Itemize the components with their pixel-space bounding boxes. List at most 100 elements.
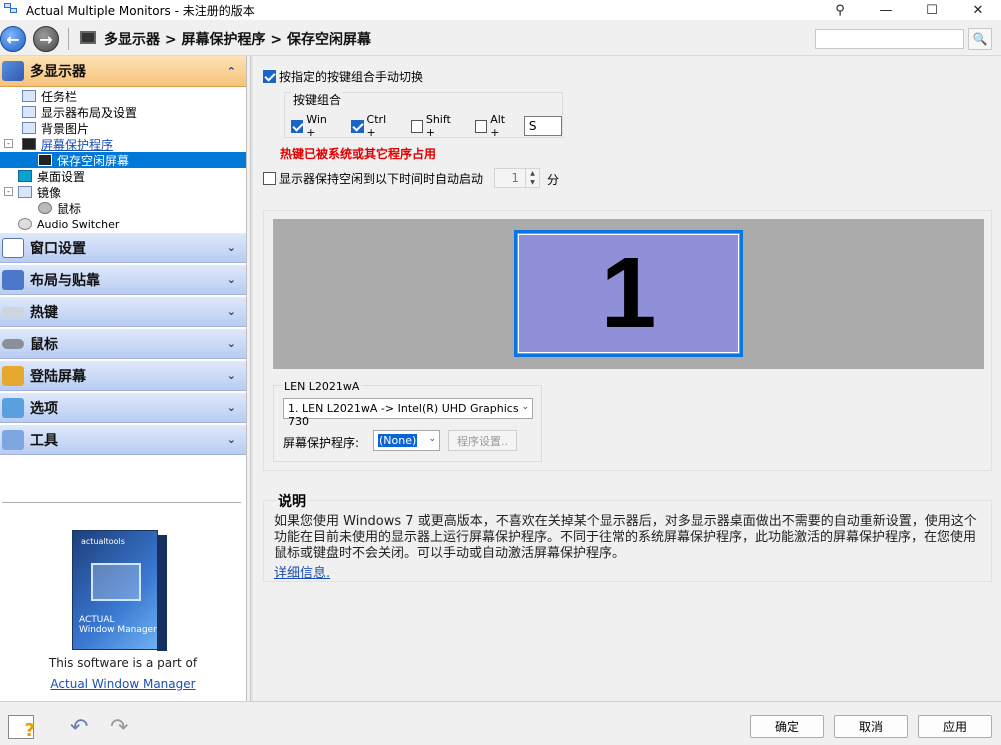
screensaver-select[interactable]: (None) ⌄	[373, 430, 440, 451]
stepper-arrows[interactable]: ▲ ▼	[525, 169, 539, 187]
monitor-layout-icon	[22, 106, 36, 118]
multi-monitor-icon	[2, 61, 24, 81]
device-select[interactable]: 1. LEN L2021wA -> Intel(R) UHD Graphics …	[283, 398, 533, 428]
category-title: 布局与贴靠	[30, 272, 100, 289]
modifier-label: Shift +	[425, 113, 451, 139]
search-icon: 🔍	[972, 32, 988, 46]
auto-start-option[interactable]: 显示器保持空闲到以下时间时自动启动	[263, 170, 483, 187]
alt-modifier[interactable]: Alt +	[474, 113, 516, 139]
device-selected-value: 1. LEN L2021wA -> Intel(R) UHD Graphics …	[288, 402, 519, 428]
tools-icon	[2, 429, 24, 450]
chevron-down-icon[interactable]: ⌄	[227, 433, 236, 446]
screensaver-settings-button[interactable]: 程序设置..	[448, 430, 517, 451]
monitor-number: 1	[600, 237, 657, 349]
collapse-toggle[interactable]: -	[4, 139, 13, 148]
question-mark: ?	[24, 720, 35, 741]
category-window-settings[interactable]: 窗口设置 ⌄	[0, 232, 246, 263]
window-graphic	[91, 563, 141, 601]
ok-button[interactable]: 确定	[750, 715, 824, 738]
category-logon-screen[interactable]: 登陆屏幕 ⌄	[0, 360, 246, 391]
chevron-down-icon[interactable]: ⌄	[227, 369, 236, 382]
hotkey-group-label: 按键组合	[291, 91, 344, 108]
category-title: 鼠标	[30, 336, 58, 353]
idle-screen-icon	[38, 154, 52, 166]
taskbar-icon	[22, 90, 36, 102]
help-icon[interactable]: ?	[8, 715, 35, 741]
ctrl-modifier[interactable]: Ctrl +	[351, 113, 396, 139]
undo-icon[interactable]: ↶	[70, 715, 96, 740]
chevron-down-icon[interactable]: ⌄	[227, 305, 236, 318]
category-mouse[interactable]: 鼠标 ⌄	[0, 328, 246, 359]
tree-item-taskbar[interactable]: 任务栏	[0, 88, 246, 104]
minutes-value: 1	[511, 171, 519, 185]
stepper-up-icon[interactable]: ▲	[526, 169, 539, 178]
screensaver-label: 屏幕保护程序:	[283, 436, 360, 450]
tree-item-screensaver[interactable]: - 屏幕保护程序	[0, 136, 246, 152]
navigation-bar: ← → 多显示器 > 屏幕保护程序 > 保存空闲屏幕 🔍	[0, 20, 1001, 56]
stepper-down-icon[interactable]: ▼	[526, 178, 539, 187]
search-input[interactable]	[815, 29, 964, 49]
background-icon	[22, 122, 36, 134]
tree-item-blank-idle-screen[interactable]: 保存空闲屏幕	[0, 152, 246, 168]
category-hotkeys[interactable]: 热键 ⌄	[0, 296, 246, 327]
tree-item-label: 任务栏	[41, 89, 78, 104]
more-info-link[interactable]: 详细信息.	[274, 562, 330, 581]
mouse-icon	[2, 338, 24, 349]
bottom-bar: ? ↶ ↷ 确定 取消 应用	[0, 701, 1001, 745]
tree-item-monitor-layout[interactable]: 显示器布局及设置	[0, 104, 246, 120]
chevron-up-icon[interactable]: ⌃	[227, 65, 236, 78]
close-button[interactable]: ✕	[955, 0, 1001, 20]
auto-start-checkbox[interactable]	[263, 172, 276, 185]
modifier-label: Win +	[306, 113, 327, 139]
tree-item-mouse[interactable]: 鼠标	[0, 200, 246, 216]
splitter[interactable]	[250, 56, 253, 701]
win-checkbox[interactable]	[291, 119, 304, 133]
back-button[interactable]: ←	[0, 26, 26, 52]
product-link[interactable]: Actual Window Manager	[0, 677, 246, 691]
win-modifier[interactable]: Win +	[291, 113, 337, 139]
chevron-down-icon[interactable]: ⌄	[227, 273, 236, 286]
device-group: LEN L2021wA 1. LEN L2021wA -> Intel(R) U…	[273, 380, 542, 462]
chevron-down-icon[interactable]: ⌄	[227, 337, 236, 350]
minimize-button[interactable]: —	[863, 0, 909, 20]
manual-switch-checkbox[interactable]	[263, 70, 276, 83]
maximize-button[interactable]: ☐	[909, 0, 955, 20]
manual-switch-option[interactable]: 按指定的按键组合手动切换	[263, 68, 423, 85]
search-button[interactable]: 🔍	[968, 28, 992, 50]
key-icon	[2, 365, 24, 386]
hotkey-warning: 热键已被系统或其它程序占用	[280, 147, 437, 161]
alt-checkbox[interactable]	[474, 119, 488, 133]
category-multi-monitor[interactable]: 多显示器 ⌃	[0, 56, 246, 87]
category-layout-snap[interactable]: 布局与贴靠 ⌄	[0, 264, 246, 295]
minutes-stepper[interactable]: 1 ▲ ▼	[494, 168, 540, 188]
category-title: 热键	[30, 304, 58, 321]
category-tools[interactable]: 工具 ⌄	[0, 424, 246, 455]
hotkey-key-field[interactable]: S	[523, 116, 562, 136]
pin-icon[interactable]: ⚲	[817, 0, 863, 20]
apply-button[interactable]: 应用	[918, 715, 992, 738]
tree-item-audio-switcher[interactable]: Audio Switcher	[0, 216, 246, 232]
settings-panel: 按指定的按键组合手动切换 按键组合 Win + Ctrl + Shift + A…	[254, 56, 1001, 701]
hotkey-group: 按键组合 Win + Ctrl + Shift + Alt + S	[284, 91, 563, 139]
collapse-toggle[interactable]: -	[4, 187, 13, 196]
monitor-tile[interactable]: 1	[514, 230, 743, 357]
shift-checkbox[interactable]	[410, 119, 423, 133]
chevron-down-icon[interactable]: ⌄	[227, 241, 236, 254]
box-side	[157, 535, 167, 651]
shift-modifier[interactable]: Shift +	[410, 113, 461, 139]
redo-icon[interactable]: ↷	[110, 715, 136, 740]
manual-switch-label: 按指定的按键组合手动切换	[279, 70, 424, 84]
cancel-button[interactable]: 取消	[834, 715, 908, 738]
part-of-text: This software is a part of	[48, 656, 198, 670]
forward-button[interactable]: →	[33, 26, 59, 52]
category-options[interactable]: 选项 ⌄	[0, 392, 246, 423]
screensaver-selected-value: (None)	[378, 434, 418, 447]
tree-item-mirroring[interactable]: - 镜像	[0, 184, 246, 200]
tree-item-label: 屏幕保护程序	[41, 137, 114, 152]
ctrl-checkbox[interactable]	[351, 119, 364, 133]
tree-item-desktop[interactable]: 桌面设置	[0, 168, 246, 184]
tree-item-label: 背景图片	[41, 121, 90, 136]
tree-item-background[interactable]: 背景图片	[0, 120, 246, 136]
category-title: 登陆屏幕	[30, 368, 86, 385]
chevron-down-icon[interactable]: ⌄	[227, 401, 236, 414]
